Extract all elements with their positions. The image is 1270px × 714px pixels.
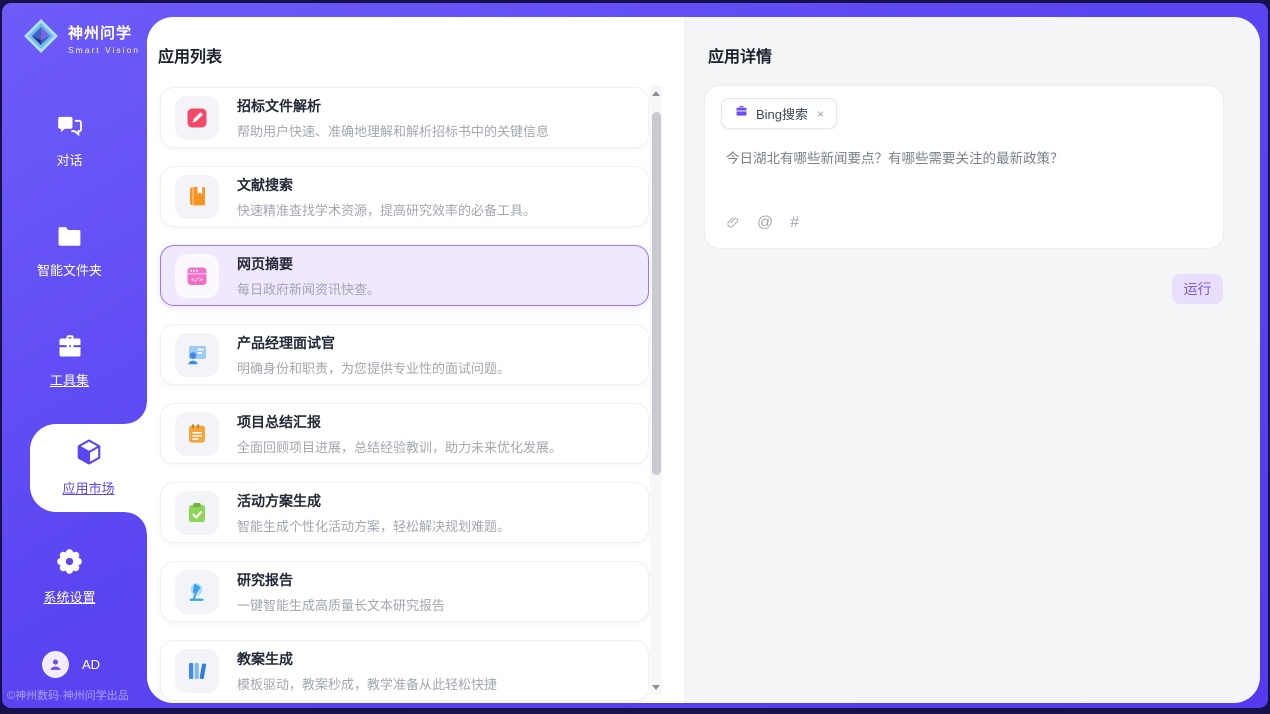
chip-label: Bing搜索 [756, 104, 808, 123]
scroll-down-icon[interactable] [650, 681, 662, 693]
app-card[interactable]: 文献搜索快速精准查找学术资源，提高研究效率的必备工具。 [160, 166, 649, 227]
svg-text:</>: </> [191, 275, 203, 283]
app-list-title: 应用列表 [158, 43, 222, 67]
app-card-desc: 快速精准查找学术资源，提高研究效率的必备工具。 [237, 200, 536, 219]
app-card-title: 教案生成 [237, 649, 497, 669]
book-icon [185, 185, 209, 209]
brand-logo: 神州问学 Smart Vision [22, 17, 140, 60]
briefcase-icon [734, 104, 749, 124]
diamond-logo-icon [22, 17, 60, 60]
scroll-up-icon[interactable] [650, 87, 662, 99]
notepad-icon [185, 422, 209, 446]
avatar[interactable] [42, 651, 69, 678]
briefcase-icon [56, 333, 84, 364]
webpage-icon: </> [185, 264, 209, 288]
user-row[interactable]: AD [42, 651, 100, 678]
app-card[interactable]: 活动方案生成智能生成个性化活动方案，轻松解决规划难题。 [160, 482, 649, 543]
app-card-desc: 模板驱动，教案秒成，教学准备从此轻松快捷 [237, 674, 497, 693]
edit-doc-icon [185, 106, 209, 130]
app-card-desc: 一键智能生成高质量长文本研究报告 [237, 595, 445, 614]
sidebar-item-label: 工具集 [50, 370, 89, 389]
app-icon-tile [175, 491, 219, 535]
app-card-title: 研究报告 [237, 570, 445, 590]
run-button[interactable]: 运行 [1172, 274, 1223, 304]
at-icon[interactable]: @ [757, 214, 773, 232]
gear-icon [55, 547, 84, 581]
app-detail-panel: 应用详情 Bing搜索 × 今日湖北有哪些新闻要点？有哪些需要关注的最新政策？ [684, 17, 1260, 703]
brand-name: 神州问学 [68, 22, 140, 43]
app-icon-tile [175, 175, 219, 219]
sidebar-item-label: 对话 [56, 150, 82, 169]
books-icon [185, 659, 209, 683]
app-detail-title: 应用详情 [708, 43, 772, 67]
sidebar-item-label: 应用市场 [62, 478, 114, 497]
sidebar-item-label: 智能文件夹 [37, 260, 102, 279]
plugin-chip[interactable]: Bing搜索 × [721, 98, 837, 129]
app-card[interactable]: 项目总结汇报全面回顾项目进展，总结经验教训，助力未来优化发展。 [160, 403, 649, 464]
cube-icon [74, 437, 104, 472]
sidebar-item-tools[interactable]: 工具集 [2, 333, 137, 389]
hash-icon[interactable]: # [790, 214, 799, 232]
sidebar-item-settings[interactable]: 系统设置 [2, 547, 137, 606]
brand-subtitle: Smart Vision [68, 45, 140, 55]
scrollbar-thumb[interactable] [652, 112, 661, 475]
interview-icon [185, 343, 209, 367]
app-card-title: 文献搜索 [237, 175, 536, 195]
app-card[interactable]: 教案生成模板驱动，教案秒成，教学准备从此轻松快捷 [160, 640, 649, 701]
user-name: AD [82, 657, 100, 672]
app-card[interactable]: 招标文件解析帮助用户快速、准确地理解和解析招标书中的关键信息 [160, 87, 649, 148]
app-card-desc: 每日政府新闻资讯快查。 [237, 279, 380, 298]
app-card-title: 招标文件解析 [237, 96, 549, 116]
app-card-desc: 明确身份和职责，为您提供专业性的面试问题。 [237, 358, 510, 377]
app-card-desc: 全面回顾项目进展，总结经验教训，助力未来优化发展。 [237, 437, 562, 456]
sidebar: 神州问学 Smart Vision 对话智能文件夹工具集应用市场系统设置 AD … [2, 3, 147, 708]
copyright-text: ©神州数码·神州问学出品 [7, 687, 129, 703]
app-window: 神州问学 Smart Vision 对话智能文件夹工具集应用市场系统设置 AD … [2, 3, 1268, 708]
app-card[interactable]: 产品经理面试官明确身份和职责，为您提供专业性的面试问题。 [160, 324, 649, 385]
app-card-title: 产品经理面试官 [237, 333, 510, 353]
sidebar-item-chat[interactable]: 对话 [2, 113, 137, 169]
app-card[interactable]: 研究报告一键智能生成高质量长文本研究报告 [160, 561, 649, 622]
sidebar-item-label: 系统设置 [43, 587, 95, 606]
input-toolbar: @ # [726, 214, 799, 232]
app-card-title: 项目总结汇报 [237, 412, 562, 432]
paperclip-icon[interactable] [726, 215, 740, 231]
app-icon-tile [175, 649, 219, 693]
app-card-title: 活动方案生成 [237, 491, 510, 511]
app-icon-tile: </> [175, 254, 219, 298]
research-icon [185, 580, 209, 604]
scrollbar[interactable] [650, 85, 662, 695]
app-card[interactable]: </> 网页摘要每日政府新闻资讯快查。 [160, 245, 649, 306]
query-text[interactable]: 今日湖北有哪些新闻要点？有哪些需要关注的最新政策？ [726, 149, 1203, 169]
prompt-input[interactable]: Bing搜索 × 今日湖北有哪些新闻要点？有哪些需要关注的最新政策？ @ # [704, 85, 1224, 249]
app-list-panel: 应用列表 招标文件解析帮助用户快速、准确地理解和解析招标书中的关键信息文献搜索快… [147, 17, 684, 703]
app-icon-tile [175, 570, 219, 614]
chat-icon [56, 113, 84, 144]
app-icon-tile [175, 96, 219, 140]
app-card-desc: 智能生成个性化活动方案，轻松解决规划难题。 [237, 516, 510, 535]
sidebar-item-market[interactable]: 应用市场 [30, 437, 147, 497]
folder-icon [56, 225, 83, 254]
app-icon-tile [175, 333, 219, 377]
app-card-desc: 帮助用户快速、准确地理解和解析招标书中的关键信息 [237, 121, 549, 140]
sidebar-item-folders[interactable]: 智能文件夹 [2, 225, 137, 279]
clipboard-icon [185, 501, 209, 525]
chip-close-icon[interactable]: × [815, 107, 826, 121]
app-card-title: 网页摘要 [237, 254, 380, 274]
app-icon-tile [175, 412, 219, 456]
